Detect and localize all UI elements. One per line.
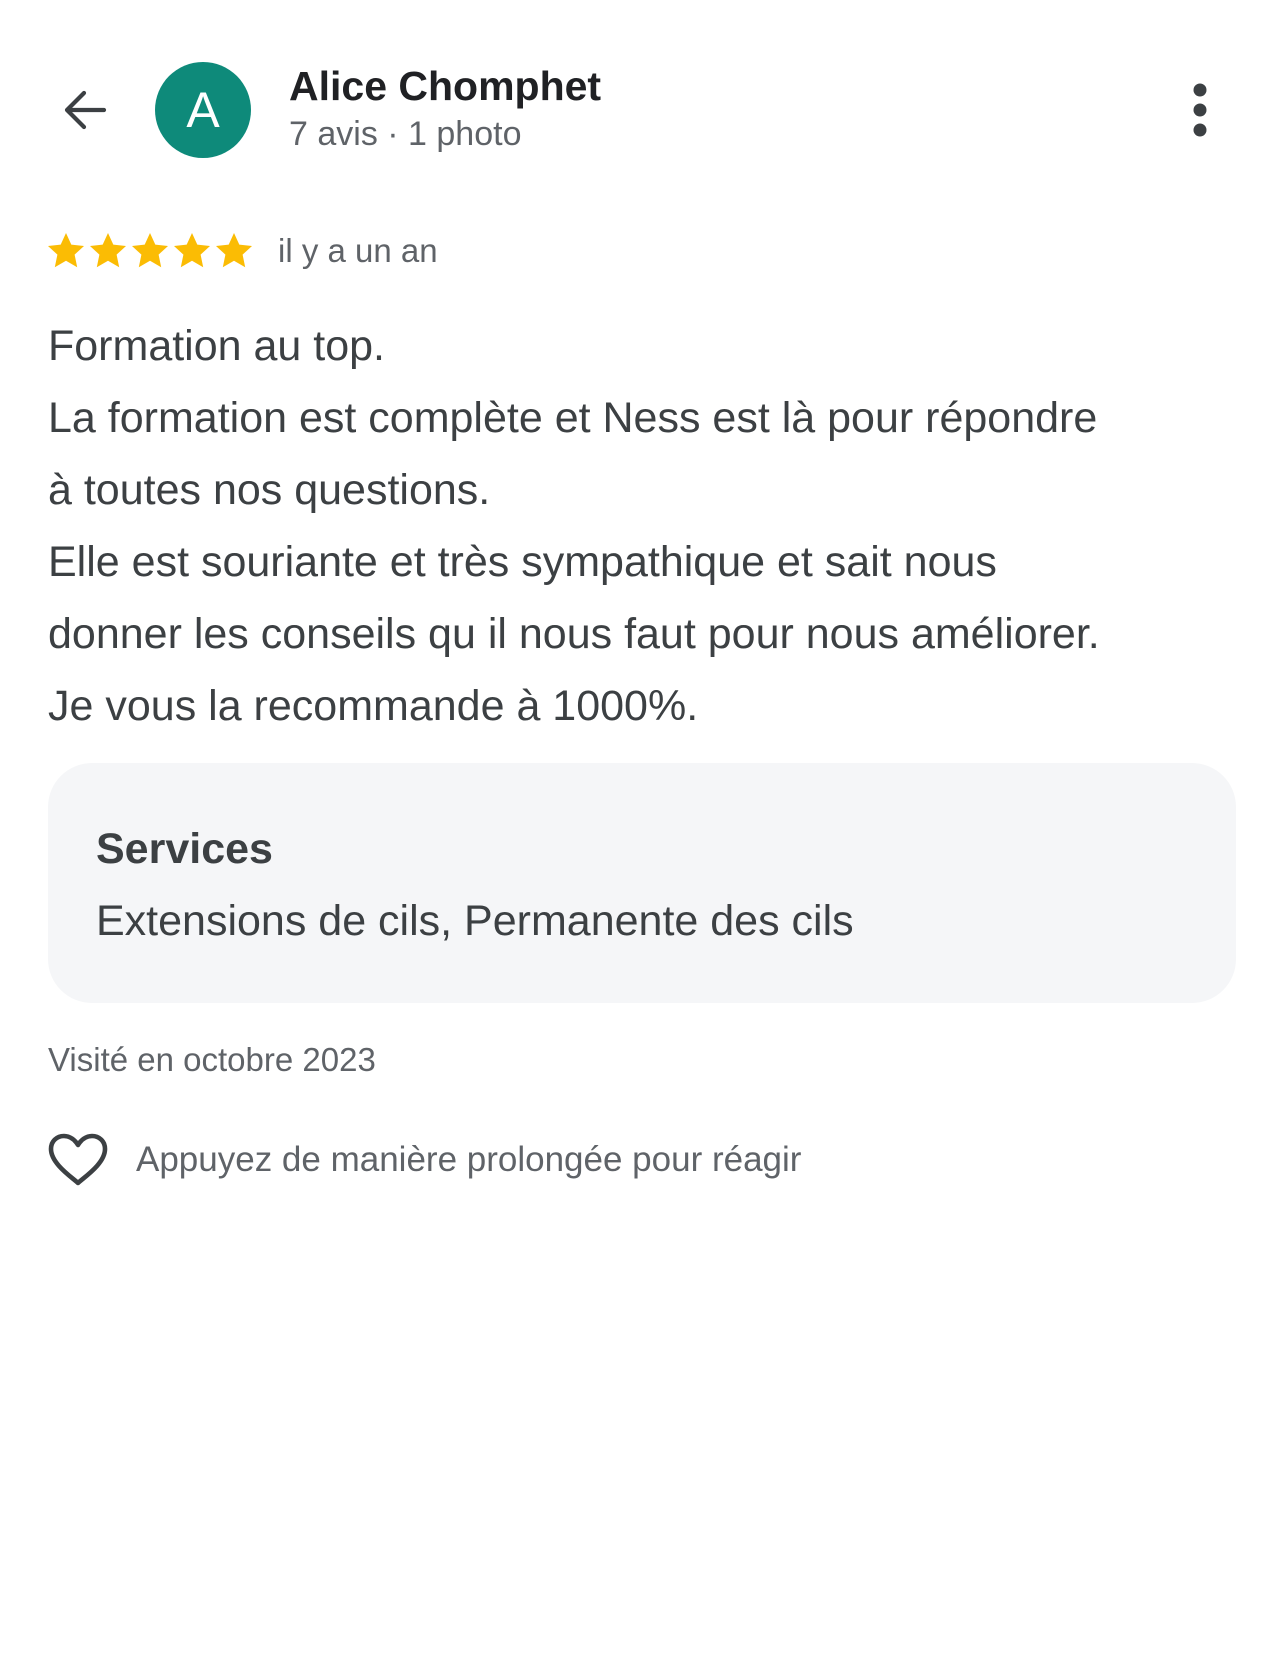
author-meta: 7 avis · 1 photo	[289, 115, 522, 153]
review-text-line: à toutes nos questions.	[48, 466, 491, 514]
avatar-letter: A	[186, 82, 220, 138]
star-icon	[90, 233, 126, 268]
review-text: Formation au top. La formation est complè…	[48, 310, 1248, 742]
star-icon	[174, 233, 210, 268]
review-text-line: Elle est souriante et très sympathique e…	[48, 538, 997, 586]
star-icon	[48, 233, 84, 268]
arrow-back-icon	[64, 90, 107, 130]
services-title: Services	[96, 825, 273, 873]
back-button[interactable]	[52, 78, 116, 142]
more-vert-icon	[1193, 83, 1207, 137]
author-name[interactable]: Alice Chomphet	[289, 62, 601, 110]
services-card: Services Extensions de cils, Permanente …	[48, 763, 1236, 1003]
star-icon	[216, 233, 252, 268]
review-header: A Alice Chomphet 7 avis · 1 photo	[0, 0, 1284, 220]
avatar[interactable]: A	[155, 62, 251, 158]
review-text-line: Je vous la recommande à 1000%.	[48, 682, 699, 730]
review-text-line: Formation au top.	[48, 322, 386, 370]
services-value: Extensions de cils, Permanente des cils	[96, 897, 854, 945]
review-time: il y a un an	[278, 232, 438, 269]
star-icon	[132, 233, 168, 268]
review-text-line: donner les conseils qu il nous faut pour…	[48, 610, 1100, 658]
rating-row: il y a un an	[46, 228, 438, 274]
review-text-line: La formation est complète et Ness est là…	[48, 394, 1098, 442]
heart-outline-icon	[48, 1133, 108, 1186]
more-options-button[interactable]	[1168, 78, 1232, 142]
react-button[interactable]	[46, 1130, 110, 1190]
visited-date: Visité en octobre 2023	[48, 1041, 376, 1078]
star-rating	[46, 231, 256, 271]
reaction-row: Appuyez de manière prolongée pour réagir	[46, 1130, 801, 1190]
reaction-hint: Appuyez de manière prolongée pour réagir	[136, 1140, 802, 1179]
